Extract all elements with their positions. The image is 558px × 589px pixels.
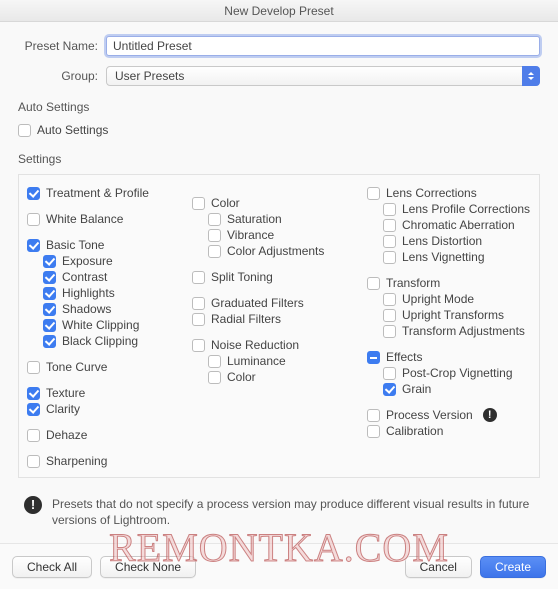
chk-color-adjustments[interactable]: Color Adjustments: [192, 243, 367, 259]
chk-luminance[interactable]: Luminance: [192, 353, 367, 369]
chk-split-toning[interactable]: Split Toning: [192, 269, 367, 285]
chk-post-crop-vignetting[interactable]: Post-Crop Vignetting: [367, 365, 531, 381]
group-select[interactable]: User Presets: [106, 66, 540, 86]
auto-settings-checkbox[interactable]: Auto Settings: [18, 122, 540, 138]
chk-basic-tone[interactable]: Basic Tone: [27, 237, 192, 253]
chk-contrast[interactable]: Contrast: [27, 269, 192, 285]
chk-highlights[interactable]: Highlights: [27, 285, 192, 301]
chk-radial-filters[interactable]: Radial Filters: [192, 311, 367, 327]
chk-grain[interactable]: Grain: [367, 381, 531, 397]
chk-nr-color[interactable]: Color: [192, 369, 367, 385]
warning-icon: !: [483, 408, 497, 422]
preset-name-label: Preset Name:: [18, 39, 106, 53]
window-title: New Develop Preset: [0, 0, 558, 22]
chk-sharpening[interactable]: Sharpening: [27, 453, 192, 469]
chk-calibration[interactable]: Calibration: [367, 423, 531, 439]
settings-heading: Settings: [18, 152, 540, 166]
auto-settings-heading: Auto Settings: [18, 100, 540, 114]
chk-upright-mode[interactable]: Upright Mode: [367, 291, 531, 307]
chk-white-clipping[interactable]: White Clipping: [27, 317, 192, 333]
create-button[interactable]: Create: [480, 556, 546, 578]
footer: Check All Check None Cancel Create: [0, 543, 558, 589]
chk-tone-curve[interactable]: Tone Curve: [27, 359, 192, 375]
dialog-body: Preset Name: Group: User Presets Auto Se…: [0, 22, 558, 588]
chk-treatment-profile[interactable]: Treatment & Profile: [27, 185, 192, 201]
chk-upright-transforms[interactable]: Upright Transforms: [367, 307, 531, 323]
chk-color[interactable]: Color: [192, 195, 367, 211]
auto-settings-checkbox-label: Auto Settings: [37, 122, 108, 138]
warning-icon: !: [24, 496, 42, 514]
chk-chromatic[interactable]: Chromatic Aberration: [367, 217, 531, 233]
warning-text: Presets that do not specify a process ve…: [52, 496, 534, 528]
chk-dehaze[interactable]: Dehaze: [27, 427, 192, 443]
chk-exposure[interactable]: Exposure: [27, 253, 192, 269]
chk-process-version[interactable]: Process Version !: [367, 407, 531, 423]
chk-transform-adjustments[interactable]: Transform Adjustments: [367, 323, 531, 339]
chk-saturation[interactable]: Saturation: [192, 211, 367, 227]
chk-lens-distortion[interactable]: Lens Distortion: [367, 233, 531, 249]
chk-white-balance[interactable]: White Balance: [27, 211, 192, 227]
check-all-button[interactable]: Check All: [12, 556, 92, 578]
chk-lens-profile[interactable]: Lens Profile Corrections: [367, 201, 531, 217]
chk-lens-corrections[interactable]: Lens Corrections: [367, 185, 531, 201]
chk-shadows[interactable]: Shadows: [27, 301, 192, 317]
chk-vibrance[interactable]: Vibrance: [192, 227, 367, 243]
chk-graduated-filters[interactable]: Graduated Filters: [192, 295, 367, 311]
chk-effects[interactable]: Effects: [367, 349, 531, 365]
chk-lens-vignetting[interactable]: Lens Vignetting: [367, 249, 531, 265]
settings-panel: Treatment & Profile White Balance Basic …: [18, 174, 540, 478]
warning-row: ! Presets that do not specify a process …: [18, 490, 540, 528]
chk-clarity[interactable]: Clarity: [27, 401, 192, 417]
chk-black-clipping[interactable]: Black Clipping: [27, 333, 192, 349]
preset-name-input[interactable]: [106, 36, 540, 56]
chk-transform[interactable]: Transform: [367, 275, 531, 291]
chk-noise-reduction[interactable]: Noise Reduction: [192, 337, 367, 353]
cancel-button[interactable]: Cancel: [405, 556, 472, 578]
group-label: Group:: [18, 69, 106, 83]
check-none-button[interactable]: Check None: [100, 556, 196, 578]
chk-texture[interactable]: Texture: [27, 385, 192, 401]
